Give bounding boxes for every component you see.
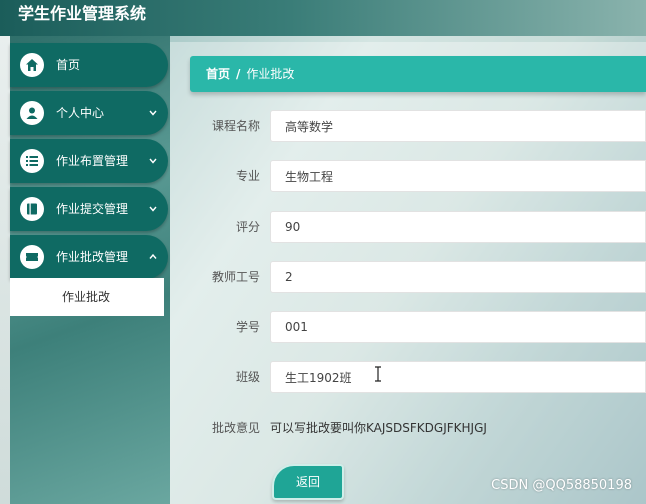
app-header: 学生作业管理系统: [0, 0, 646, 36]
list-icon: [20, 149, 44, 173]
user-icon: [20, 101, 44, 125]
teacher-id-label: 教师工号: [211, 270, 260, 284]
home-icon: [20, 53, 44, 77]
ticket-icon: [20, 245, 44, 269]
score-field[interactable]: [270, 211, 646, 243]
text-cursor-icon: [375, 366, 381, 382]
app-title: 学生作业管理系统: [18, 4, 147, 23]
book-icon: [20, 197, 44, 221]
sidebar-item-label: 首页: [56, 58, 81, 72]
chevron-up-icon: [149, 253, 157, 259]
chevron-down-icon: [149, 158, 157, 164]
course-name-label: 课程名称: [211, 119, 260, 133]
student-id-label: 学号: [235, 320, 260, 334]
course-name-field[interactable]: [270, 110, 646, 142]
sidebar-item-assignment-review[interactable]: 作业批改管理: [10, 235, 168, 279]
watermark: CSDN @QQ58850198: [491, 478, 632, 493]
sidebar-item-personal-center[interactable]: 个人中心: [10, 91, 168, 135]
breadcrumb-separator: /: [236, 67, 241, 81]
remark-label: 批改意见: [211, 421, 260, 435]
sidebar-item-home[interactable]: 首页: [10, 43, 168, 87]
chevron-down-icon: [149, 206, 157, 212]
sidebar-item-assignment-publish[interactable]: 作业布置管理: [10, 139, 168, 183]
sidebar-item-label: 个人中心: [56, 106, 105, 120]
breadcrumb: 首页 / 作业批改: [190, 56, 646, 92]
back-button[interactable]: 返回: [272, 464, 344, 500]
sidebar-item-label: 作业布置管理: [56, 154, 129, 168]
student-id-field[interactable]: [270, 311, 646, 343]
sidebar-item-label: 作业提交管理: [56, 202, 129, 216]
class-label: 班级: [235, 370, 260, 384]
score-label: 评分: [235, 220, 260, 234]
remark-text: 可以写批改要叫你KAJSDSFKDGJFKHJGJ: [270, 421, 487, 435]
sidebar-subitem-assignment-review[interactable]: 作业批改: [10, 278, 164, 316]
chevron-down-icon: [149, 110, 157, 116]
left-edge-strip: [0, 36, 10, 504]
sidebar-item-label: 作业批改管理: [56, 250, 129, 264]
breadcrumb-home[interactable]: 首页: [206, 67, 230, 81]
sidebar-item-assignment-submit[interactable]: 作业提交管理: [10, 187, 168, 231]
breadcrumb-current: 作业批改: [246, 67, 295, 81]
teacher-id-field[interactable]: [270, 261, 646, 293]
class-field[interactable]: [270, 361, 646, 393]
major-label: 专业: [235, 169, 260, 183]
major-field[interactable]: [270, 160, 646, 192]
